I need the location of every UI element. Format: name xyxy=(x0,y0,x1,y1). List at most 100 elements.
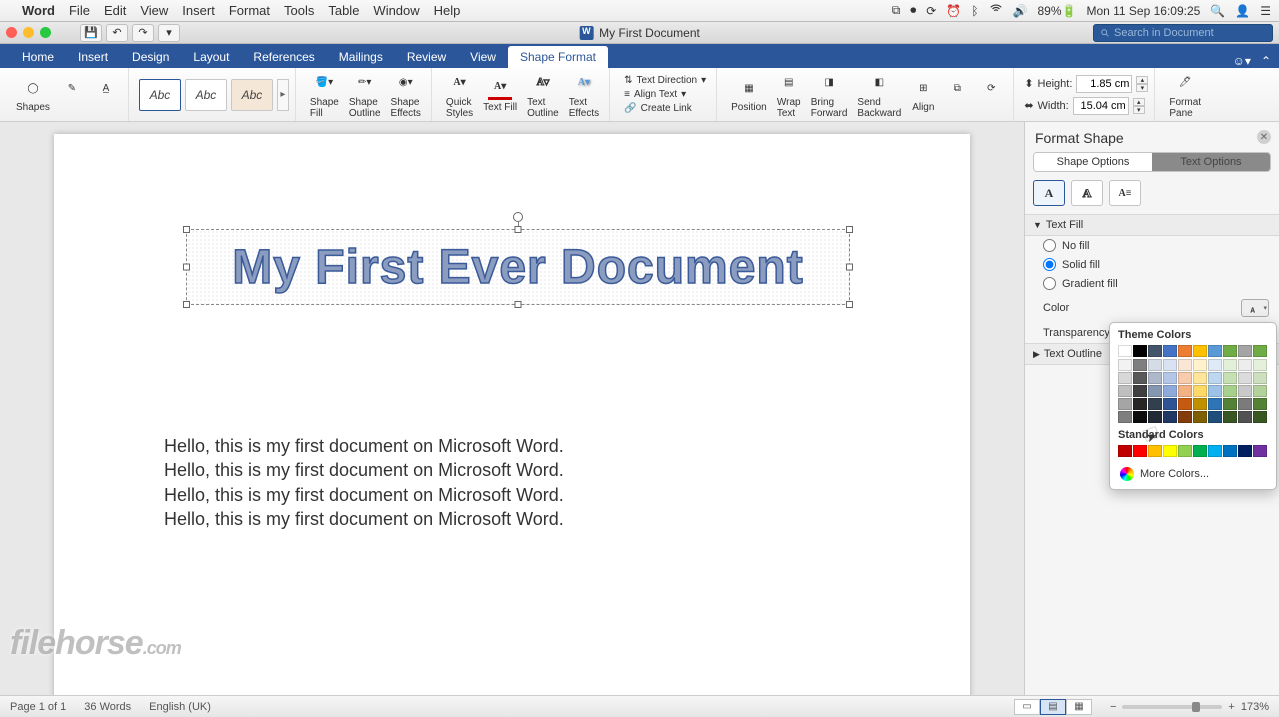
tab-shape-format[interactable]: Shape Format xyxy=(508,46,608,68)
shape-styles-gallery[interactable]: Abc Abc Abc ▸ xyxy=(139,79,289,111)
color-swatch[interactable] xyxy=(1178,411,1192,423)
color-swatch[interactable] xyxy=(1253,345,1267,357)
color-swatch[interactable] xyxy=(1163,372,1177,384)
spotlight-icon[interactable]: 🔍 xyxy=(1210,4,1225,18)
color-swatch[interactable] xyxy=(1118,445,1132,457)
document-page[interactable]: My First Ever Document Hello, this is my… xyxy=(54,134,970,695)
app-name[interactable]: Word xyxy=(22,3,55,18)
search-input[interactable]: Search in Document xyxy=(1093,24,1273,42)
color-swatch[interactable] xyxy=(1223,398,1237,410)
view-web[interactable]: ▦ xyxy=(1066,699,1092,715)
text-fill-button[interactable]: A▾Text Fill xyxy=(479,74,521,115)
color-swatch[interactable] xyxy=(1133,445,1147,457)
color-swatch[interactable] xyxy=(1238,372,1252,384)
color-swatch[interactable] xyxy=(1118,359,1132,371)
color-swatch[interactable] xyxy=(1193,345,1207,357)
resize-handle[interactable] xyxy=(183,301,190,308)
color-swatch[interactable] xyxy=(1133,385,1147,397)
width-up[interactable]: ▴ xyxy=(1133,98,1145,106)
color-swatch[interactable] xyxy=(1253,411,1267,423)
color-swatch[interactable] xyxy=(1178,398,1192,410)
width-input[interactable] xyxy=(1073,97,1129,115)
no-fill-radio[interactable]: No fill xyxy=(1025,236,1279,255)
color-swatch[interactable] xyxy=(1223,385,1237,397)
color-swatch[interactable] xyxy=(1223,359,1237,371)
gradient-fill-radio[interactable]: Gradient fill xyxy=(1025,274,1279,293)
align-button[interactable]: ⊞Align xyxy=(907,74,939,115)
color-swatch[interactable] xyxy=(1178,445,1192,457)
text-box-tab[interactable]: A≡ xyxy=(1109,180,1141,206)
color-swatch[interactable] xyxy=(1223,445,1237,457)
body-line[interactable]: Hello, this is my first document on Micr… xyxy=(164,434,860,458)
color-swatch[interactable] xyxy=(1118,398,1132,410)
color-swatch[interactable] xyxy=(1163,411,1177,423)
body-line[interactable]: Hello, this is my first document on Micr… xyxy=(164,458,860,482)
qat-redo[interactable]: ↷ xyxy=(132,24,154,42)
tab-insert[interactable]: Insert xyxy=(66,46,120,68)
tray-icon[interactable]: ⟳ xyxy=(926,4,936,18)
shape-style-3[interactable]: Abc xyxy=(231,79,273,111)
shape-fill-button[interactable]: 🪣▾Shape Fill xyxy=(306,69,343,121)
wordart-textbox[interactable]: My First Ever Document xyxy=(186,229,850,305)
color-swatch[interactable] xyxy=(1148,385,1162,397)
text-effects-button[interactable]: A▾Text Effects xyxy=(565,69,603,121)
format-pane-button[interactable]: 🖊Format Pane xyxy=(1165,69,1205,121)
resize-handle[interactable] xyxy=(515,301,522,308)
more-colors-button[interactable]: More Colors... xyxy=(1118,463,1268,481)
color-swatch[interactable] xyxy=(1208,411,1222,423)
shape-style-1[interactable]: Abc xyxy=(139,79,181,111)
color-swatch[interactable] xyxy=(1208,445,1222,457)
color-swatch[interactable] xyxy=(1148,372,1162,384)
menu-file[interactable]: File xyxy=(69,3,90,18)
menu-help[interactable]: Help xyxy=(434,3,461,18)
body-line[interactable]: Hello, this is my first document on Micr… xyxy=(164,507,860,531)
text-fill-outline-tab[interactable]: A xyxy=(1033,180,1065,206)
color-swatch[interactable] xyxy=(1133,359,1147,371)
color-swatch[interactable] xyxy=(1178,372,1192,384)
color-swatch[interactable] xyxy=(1208,359,1222,371)
color-swatch[interactable] xyxy=(1238,385,1252,397)
color-swatch[interactable] xyxy=(1148,445,1162,457)
tray-icon[interactable]: ⧉ xyxy=(892,3,901,18)
user-icon[interactable]: 👤 xyxy=(1235,4,1250,18)
color-swatch[interactable] xyxy=(1208,372,1222,384)
volume-icon[interactable]: 🔊 xyxy=(1013,4,1028,18)
close-pane-button[interactable]: ✕ xyxy=(1257,130,1271,144)
qat-save[interactable]: 💾 xyxy=(80,24,102,42)
color-swatch[interactable] xyxy=(1208,398,1222,410)
color-swatch[interactable] xyxy=(1118,372,1132,384)
tab-view[interactable]: View xyxy=(458,46,508,68)
options-segment[interactable]: Shape Options Text Options xyxy=(1033,152,1271,172)
height-control[interactable]: ⬍Height: ▴▾ xyxy=(1024,75,1148,93)
color-swatch[interactable] xyxy=(1133,398,1147,410)
share-icon[interactable]: ☺▾ xyxy=(1233,54,1251,68)
collapse-ribbon-icon[interactable]: ⌃ xyxy=(1261,54,1271,68)
menu-icon[interactable]: ☰ xyxy=(1260,4,1271,18)
color-swatch[interactable] xyxy=(1208,345,1222,357)
color-swatch[interactable] xyxy=(1193,445,1207,457)
battery-status[interactable]: 89%🔋 xyxy=(1037,4,1076,18)
zoom-value[interactable]: 173% xyxy=(1241,701,1269,713)
height-input[interactable] xyxy=(1076,75,1132,93)
color-swatch[interactable] xyxy=(1178,359,1192,371)
width-down[interactable]: ▾ xyxy=(1133,106,1145,114)
rotation-handle[interactable] xyxy=(513,212,523,222)
tab-review[interactable]: Review xyxy=(395,46,458,68)
close-button[interactable] xyxy=(6,27,17,38)
height-down[interactable]: ▾ xyxy=(1136,84,1148,92)
menu-tools[interactable]: Tools xyxy=(284,3,314,18)
color-swatch[interactable] xyxy=(1163,445,1177,457)
color-swatch[interactable] xyxy=(1133,345,1147,357)
color-swatch[interactable] xyxy=(1193,372,1207,384)
tab-mailings[interactable]: Mailings xyxy=(327,46,395,68)
resize-handle[interactable] xyxy=(515,226,522,233)
menu-view[interactable]: View xyxy=(140,3,168,18)
position-button[interactable]: ▦Position xyxy=(727,74,771,115)
resize-handle[interactable] xyxy=(183,264,190,271)
color-swatch[interactable] xyxy=(1163,345,1177,357)
menu-table[interactable]: Table xyxy=(328,3,359,18)
menu-edit[interactable]: Edit xyxy=(104,3,126,18)
quick-styles-button[interactable]: A▾Quick Styles xyxy=(442,69,477,121)
color-swatch[interactable] xyxy=(1208,385,1222,397)
wordart-text[interactable]: My First Ever Document xyxy=(187,230,849,306)
